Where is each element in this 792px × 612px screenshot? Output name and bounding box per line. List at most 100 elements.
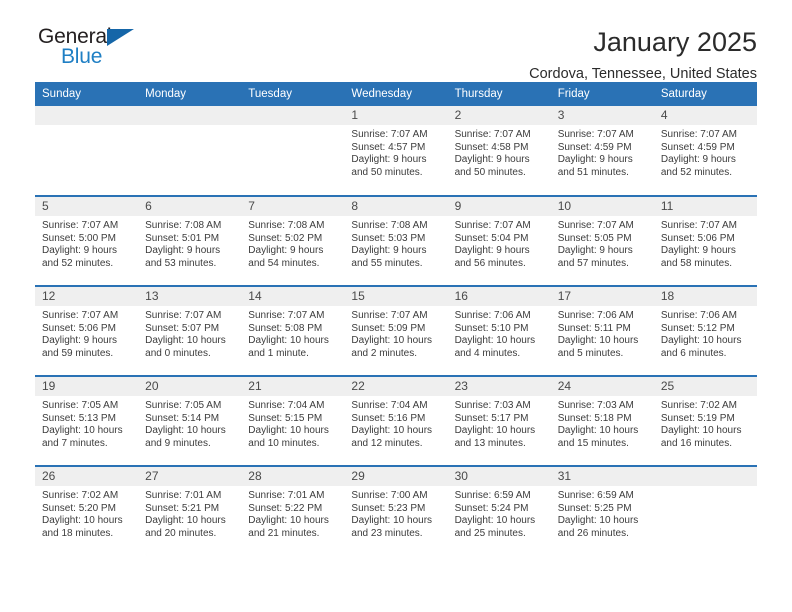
sunrise-text: Sunrise: 7:08 AM	[145, 220, 222, 231]
day-details: Sunrise: 7:07 AM Sunset: 5:07 PM Daylight:…	[138, 306, 241, 360]
daylight-text-line1: Daylight: 9 hours	[42, 245, 118, 257]
sunset-text: Sunset: 5:14 PM	[145, 412, 220, 424]
calendar-day-cell[interactable]: 16 Sunrise: 7:06 AM Sunset: 5:10 PM Dayligh…	[447, 285, 551, 376]
weekday-header-thursday: Thursday	[447, 82, 551, 106]
daylight-text-line2: and 20 minutes.	[145, 527, 217, 539]
day-number: 30	[447, 467, 551, 486]
day-cell-inner	[138, 106, 242, 195]
calendar-day-cell[interactable]: 6 Sunrise: 7:08 AM Sunset: 5:01 PM Daylight…	[138, 195, 242, 286]
sunset-text: Sunset: 5:07 PM	[145, 322, 220, 334]
daylight-text-line1: Daylight: 10 hours	[42, 425, 123, 437]
day-details: Sunrise: 7:08 AM Sunset: 5:01 PM Daylight:…	[138, 216, 241, 270]
calendar-day-cell[interactable]: 12 Sunrise: 7:07 AM Sunset: 5:06 PM Dayligh…	[35, 285, 139, 376]
day-number: 2	[447, 106, 551, 125]
sunset-text: Sunset: 5:16 PM	[351, 412, 426, 424]
daylight-text-line2: and 53 minutes.	[145, 257, 217, 269]
day-details: Sunrise: 7:07 AM Sunset: 4:57 PM Daylight:…	[344, 125, 447, 179]
day-number	[35, 106, 139, 125]
calendar-day-cell[interactable]: 14 Sunrise: 7:07 AM Sunset: 5:08 PM Dayligh…	[241, 285, 345, 376]
daylight-text-line1: Daylight: 9 hours	[660, 154, 736, 166]
day-cell-inner: 3 Sunrise: 7:07 AM Sunset: 4:59 PM Daylight…	[550, 106, 654, 195]
daylight-text-line2: and 56 minutes.	[454, 257, 526, 269]
calendar-day-cell[interactable]: 18 Sunrise: 7:06 AM Sunset: 5:12 PM Dayligh…	[653, 285, 757, 376]
sunrise-text: Sunrise: 7:04 AM	[248, 400, 325, 411]
day-cell-inner: 28 Sunrise: 7:01 AM Sunset: 5:22 PM Dayligh…	[241, 467, 345, 556]
calendar-day-cell[interactable]: 25 Sunrise: 7:02 AM Sunset: 5:19 PM Dayligh…	[653, 375, 757, 466]
sunrise-text: Sunrise: 7:06 AM	[557, 310, 634, 321]
calendar-day-cell[interactable]: 11 Sunrise: 7:07 AM Sunset: 5:06 PM Dayligh…	[653, 195, 757, 286]
calendar-day-cell[interactable]: 26 Sunrise: 7:02 AM Sunset: 5:20 PM Dayligh…	[35, 465, 139, 556]
sunrise-text: Sunrise: 7:08 AM	[351, 220, 428, 231]
calendar-day-cell[interactable]: 17 Sunrise: 7:06 AM Sunset: 5:11 PM Dayligh…	[550, 285, 654, 376]
sunset-text: Sunset: 4:58 PM	[454, 141, 529, 153]
day-cell-inner: 24 Sunrise: 7:03 AM Sunset: 5:18 PM Dayligh…	[550, 377, 654, 465]
daylight-text-line2: and 51 minutes.	[557, 166, 629, 178]
calendar-day-cell[interactable]: 13 Sunrise: 7:07 AM Sunset: 5:07 PM Dayligh…	[138, 285, 242, 376]
day-number: 7	[241, 197, 345, 216]
day-number: 10	[550, 197, 654, 216]
daylight-text-line2: and 2 minutes.	[351, 347, 418, 359]
calendar-day-cell[interactable]: 19 Sunrise: 7:05 AM Sunset: 5:13 PM Dayligh…	[35, 375, 139, 466]
day-details: Sunrise: 7:06 AM Sunset: 5:12 PM Daylight:…	[654, 306, 757, 360]
calendar-day-cell[interactable]: 22 Sunrise: 7:04 AM Sunset: 5:16 PM Dayligh…	[344, 375, 448, 466]
day-details: Sunrise: 7:07 AM Sunset: 5:04 PM Daylight:…	[448, 216, 551, 270]
daylight-text-line1: Daylight: 9 hours	[351, 245, 427, 257]
brand-name-blue: Blue	[61, 45, 103, 68]
daylight-text-line1: Daylight: 10 hours	[557, 425, 639, 437]
calendar-day-cell[interactable]: 27 Sunrise: 7:01 AM Sunset: 5:21 PM Dayligh…	[138, 465, 242, 556]
daylight-text-line1: Daylight: 9 hours	[454, 154, 530, 166]
day-number: 21	[241, 377, 345, 396]
calendar-day-cell[interactable]: 7 Sunrise: 7:08 AM Sunset: 5:02 PM Daylight…	[241, 195, 345, 286]
daylight-text-line2: and 6 minutes.	[660, 347, 727, 359]
day-details: Sunrise: 7:04 AM Sunset: 5:16 PM Daylight:…	[344, 396, 447, 450]
daylight-text-line2: and 12 minutes.	[351, 437, 423, 449]
sunset-text: Sunset: 4:59 PM	[660, 141, 735, 153]
calendar-day-cell[interactable]: 20 Sunrise: 7:05 AM Sunset: 5:14 PM Dayligh…	[138, 375, 242, 466]
daylight-text-line2: and 18 minutes.	[42, 527, 114, 539]
calendar-day-cell[interactable]: 24 Sunrise: 7:03 AM Sunset: 5:18 PM Dayligh…	[550, 375, 654, 466]
daylight-text-line1: Daylight: 9 hours	[351, 154, 427, 166]
day-number: 22	[344, 377, 448, 396]
calendar-day-cell-empty	[241, 106, 345, 196]
sunset-text: Sunset: 5:22 PM	[248, 502, 323, 514]
day-cell-inner: 22 Sunrise: 7:04 AM Sunset: 5:16 PM Dayligh…	[344, 377, 448, 465]
daylight-text-line2: and 13 minutes.	[454, 437, 526, 449]
day-cell-inner: 30 Sunrise: 6:59 AM Sunset: 5:24 PM Dayligh…	[447, 467, 551, 556]
day-number: 12	[35, 287, 139, 306]
daylight-text-line1: Daylight: 10 hours	[660, 425, 742, 437]
daylight-text-line1: Daylight: 9 hours	[454, 245, 530, 257]
sunset-text: Sunset: 5:18 PM	[557, 412, 632, 424]
calendar-day-cell[interactable]: 5 Sunrise: 7:07 AM Sunset: 5:00 PM Daylight…	[35, 195, 139, 286]
calendar-body: 1 Sunrise: 7:07 AM Sunset: 4:57 PM Daylight…	[35, 106, 757, 556]
sunset-text: Sunset: 5:03 PM	[351, 232, 426, 244]
day-details: Sunrise: 7:07 AM Sunset: 4:59 PM Daylight:…	[551, 125, 654, 179]
daylight-text-line1: Daylight: 10 hours	[248, 425, 329, 437]
day-number: 1	[344, 106, 448, 125]
brand-logo[interactable]: General Blue	[35, 26, 178, 74]
sunset-text: Sunset: 5:17 PM	[454, 412, 529, 424]
weekday-header-friday: Friday	[550, 82, 654, 106]
calendar-day-cell[interactable]: 8 Sunrise: 7:08 AM Sunset: 5:03 PM Daylight…	[344, 195, 448, 286]
calendar-day-cell[interactable]: 4 Sunrise: 7:07 AM Sunset: 4:59 PM Daylight…	[653, 106, 757, 196]
weekday-header-sunday: Sunday	[35, 82, 139, 106]
day-number: 13	[138, 287, 242, 306]
calendar-day-cell[interactable]: 9 Sunrise: 7:07 AM Sunset: 5:04 PM Daylight…	[447, 195, 551, 286]
calendar-day-cell[interactable]: 23 Sunrise: 7:03 AM Sunset: 5:17 PM Dayligh…	[447, 375, 551, 466]
daylight-text-line1: Daylight: 10 hours	[557, 335, 639, 347]
calendar-day-cell[interactable]: 2 Sunrise: 7:07 AM Sunset: 4:58 PM Daylight…	[447, 106, 551, 196]
sunset-text: Sunset: 5:12 PM	[660, 322, 735, 334]
daylight-text-line1: Daylight: 9 hours	[660, 245, 736, 257]
sunrise-text: Sunrise: 7:08 AM	[248, 220, 325, 231]
calendar-day-cell[interactable]: 30 Sunrise: 6:59 AM Sunset: 5:24 PM Dayligh…	[447, 465, 551, 556]
calendar-day-cell[interactable]: 29 Sunrise: 7:00 AM Sunset: 5:23 PM Dayligh…	[344, 465, 448, 556]
calendar-day-cell[interactable]: 3 Sunrise: 7:07 AM Sunset: 4:59 PM Daylight…	[550, 106, 654, 196]
calendar-day-cell[interactable]: 1 Sunrise: 7:07 AM Sunset: 4:57 PM Daylight…	[344, 106, 448, 196]
day-cell-inner: 23 Sunrise: 7:03 AM Sunset: 5:17 PM Dayligh…	[447, 377, 551, 465]
calendar-day-cell[interactable]: 15 Sunrise: 7:07 AM Sunset: 5:09 PM Dayligh…	[344, 285, 448, 376]
page-subtitle: Cordova, Tennessee, United States	[529, 66, 757, 82]
calendar-day-cell[interactable]: 31 Sunrise: 6:59 AM Sunset: 5:25 PM Dayligh…	[550, 465, 654, 556]
calendar-day-cell[interactable]: 28 Sunrise: 7:01 AM Sunset: 5:22 PM Dayligh…	[241, 465, 345, 556]
calendar-day-cell[interactable]: 10 Sunrise: 7:07 AM Sunset: 5:05 PM Dayligh…	[550, 195, 654, 286]
day-cell-inner: 29 Sunrise: 7:00 AM Sunset: 5:23 PM Dayligh…	[344, 467, 448, 556]
calendar-day-cell[interactable]: 21 Sunrise: 7:04 AM Sunset: 5:15 PM Dayligh…	[241, 375, 345, 466]
